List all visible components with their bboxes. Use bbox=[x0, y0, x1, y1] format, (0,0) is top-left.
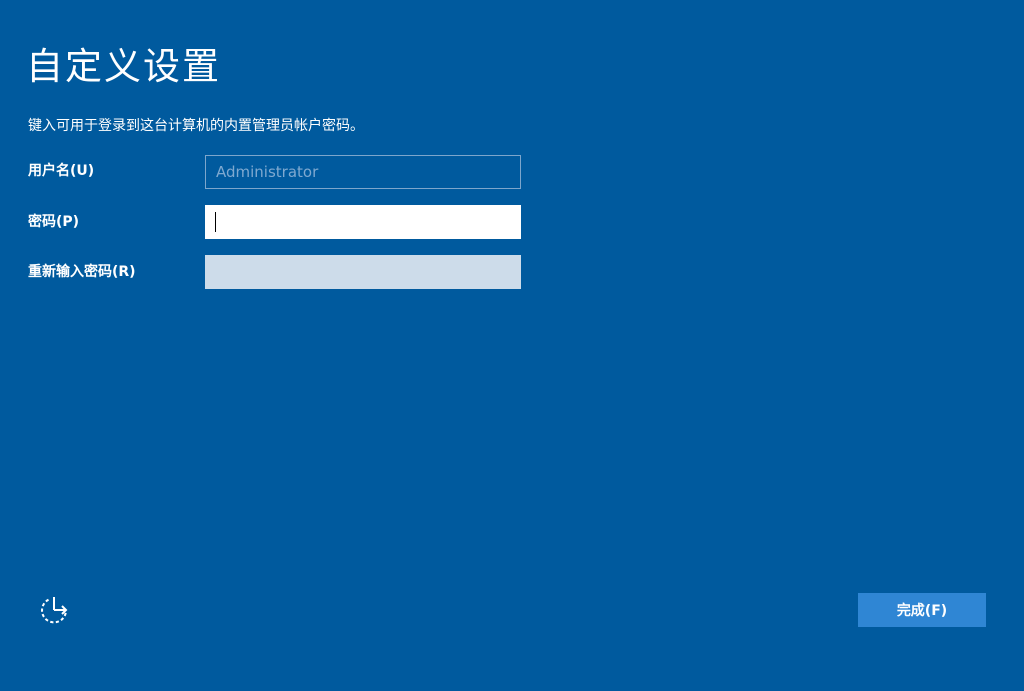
text-caret bbox=[215, 212, 216, 232]
ease-of-access-icon bbox=[41, 597, 68, 624]
confirm-password-input[interactable] bbox=[205, 255, 521, 289]
username-label: 用户名(U) bbox=[28, 163, 95, 179]
ease-of-access-button[interactable] bbox=[34, 592, 74, 628]
page-title: 自定义设置 bbox=[26, 45, 221, 88]
password-label: 密码(P) bbox=[28, 214, 80, 230]
confirm-password-label: 重新输入密码(R) bbox=[28, 264, 136, 280]
username-input bbox=[205, 155, 521, 189]
page-description: 键入可用于登录到这台计算机的内置管理员帐户密码。 bbox=[28, 118, 364, 134]
finish-button[interactable]: 完成(F) bbox=[858, 593, 986, 627]
password-input[interactable] bbox=[205, 205, 521, 239]
